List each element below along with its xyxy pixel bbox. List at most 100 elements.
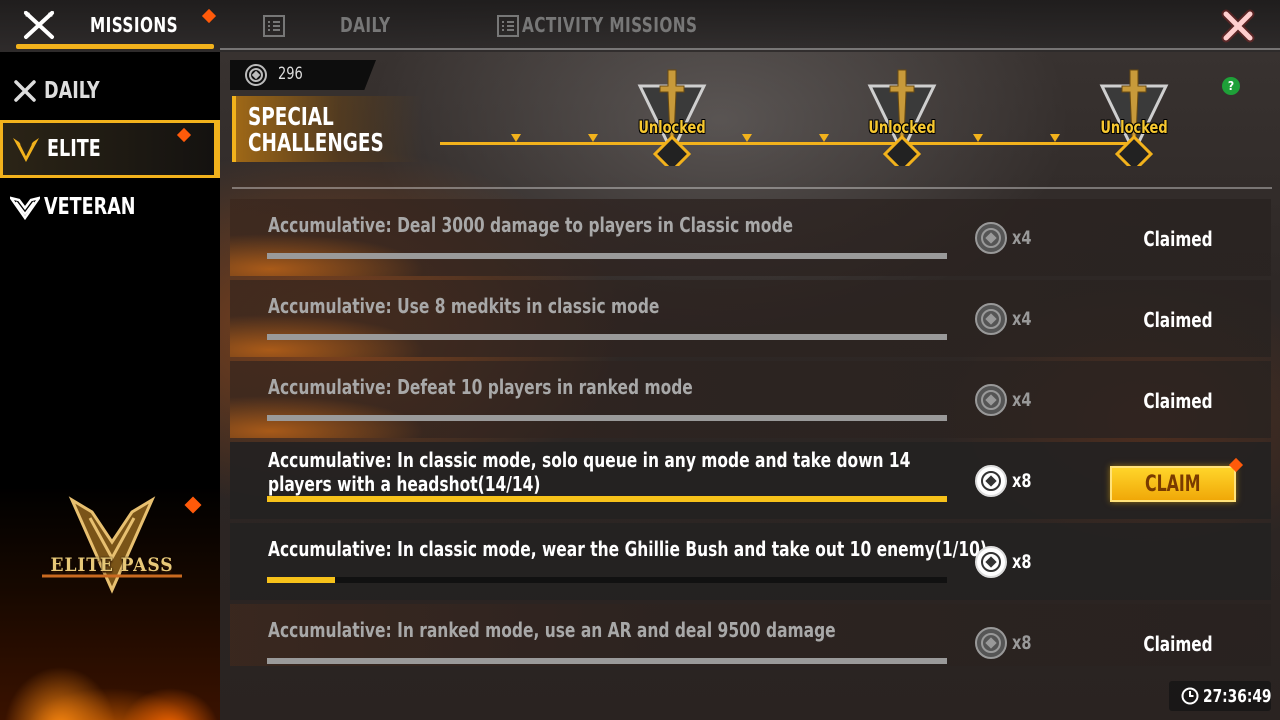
mission-reward: x4 — [974, 221, 1054, 255]
coin-balance: 296 — [230, 60, 376, 90]
progress-fill — [267, 658, 947, 664]
section-divider — [232, 187, 1272, 189]
reward-count: x8 — [1012, 632, 1032, 654]
close-button[interactable] — [1214, 6, 1262, 46]
milestone-reward[interactable]: Unlocked — [1094, 66, 1174, 174]
notification-dot — [176, 127, 192, 143]
mission-row: Accumulative: In classic mode, solo queu… — [230, 442, 1271, 519]
progress-fill — [267, 415, 947, 421]
track-marker — [742, 134, 752, 142]
active-tab-indicator — [16, 44, 214, 49]
claimed-status: Claimed — [1143, 632, 1213, 656]
mission-progress-bar — [267, 253, 947, 259]
milestone-status: Unlocked — [638, 118, 706, 138]
mission-progress-bar — [267, 334, 947, 340]
milestone-status: Unlocked — [1100, 118, 1168, 138]
badge-coin-icon — [975, 546, 1007, 578]
close-icon — [1221, 9, 1255, 43]
elite-pass-badge[interactable]: ELITE PASS — [32, 496, 192, 596]
claimed-status: Claimed — [1143, 227, 1213, 251]
mission-progress-bar — [267, 577, 947, 583]
coin-count: 296 — [278, 64, 303, 84]
missions-screen: MISSIONS DAILY ACTIVITY MISSIONS DAILY E… — [0, 0, 1280, 720]
clock-icon — [1181, 687, 1199, 705]
elite-pass-emblem-icon — [42, 496, 182, 594]
tab-daily[interactable]: DAILY — [340, 0, 391, 50]
tab-daily-label: DAILY — [340, 13, 391, 37]
elite-wings-icon — [13, 138, 39, 162]
mission-progress-bar — [267, 415, 947, 421]
tab-activity-missions[interactable]: ACTIVITY MISSIONS — [522, 0, 697, 50]
crossed-swords-icon — [24, 11, 54, 39]
sidebar: DAILY ELITE VETERAN ELITE PASS — [0, 52, 220, 720]
tab-missions-label: MISSIONS — [90, 13, 179, 37]
mission-row: Accumulative: In ranked mode, use an AR … — [230, 604, 1271, 666]
milestone-track — [440, 142, 1140, 145]
mission-row: Accumulative: Defeat 10 players in ranke… — [230, 361, 1271, 438]
badge-coin-icon — [975, 627, 1007, 659]
mission-reward: x8 — [974, 626, 1054, 660]
mission-row: Accumulative: In classic mode, wear the … — [230, 523, 1271, 600]
row-glow — [230, 199, 530, 276]
badge-coin-icon — [975, 465, 1007, 497]
reward-count: x4 — [1012, 227, 1032, 249]
progress-fill — [267, 577, 335, 583]
help-button[interactable]: ? — [1222, 77, 1240, 95]
mission-description: Accumulative: Deal 3000 damage to player… — [268, 213, 793, 237]
row-glow — [230, 280, 530, 357]
sidebar-item-veteran[interactable]: VETERAN — [0, 178, 220, 236]
badge-coin-icon — [245, 64, 267, 86]
notification-dot — [201, 8, 217, 24]
track-marker — [973, 134, 983, 142]
progress-fill — [267, 253, 947, 259]
claimed-status: Claimed — [1143, 308, 1213, 332]
reward-count: x8 — [1012, 551, 1032, 573]
mission-progress-bar — [267, 496, 947, 502]
dagger-emblem-icon — [867, 69, 937, 174]
tab-missions[interactable]: MISSIONS — [90, 0, 178, 50]
mission-description: Accumulative: In classic mode, solo queu… — [268, 448, 911, 496]
sidebar-item-daily-label: DAILY — [44, 78, 100, 104]
mission-description: Accumulative: In classic mode, wear the … — [268, 537, 987, 561]
row-glow — [230, 361, 530, 438]
checklist-icon — [263, 15, 285, 37]
mission-description: Accumulative: Defeat 10 players in ranke… — [268, 375, 693, 399]
activity-list-icon — [497, 15, 519, 37]
mission-reward: x8 — [974, 545, 1054, 579]
mission-row: Accumulative: Use 8 medkits in classic m… — [230, 280, 1271, 357]
sidebar-item-elite-label: ELITE — [47, 136, 101, 162]
badge-coin-icon — [975, 222, 1007, 254]
mission-reward: x8 — [974, 464, 1054, 498]
milestone-reward[interactable]: Unlocked — [632, 66, 712, 174]
mission-reward: x4 — [974, 302, 1054, 336]
special-title-line2: CHALLENGES — [248, 128, 384, 157]
milestone-status: Unlocked — [868, 118, 936, 138]
veteran-wings-icon — [10, 196, 40, 221]
sidebar-item-daily[interactable]: DAILY — [0, 62, 220, 120]
reward-count: x4 — [1012, 308, 1032, 330]
sidebar-item-veteran-label: VETERAN — [44, 194, 136, 220]
milestone-reward[interactable]: Unlocked — [862, 66, 942, 174]
track-marker — [588, 134, 598, 142]
countdown-timer: 27:36:49 — [1169, 681, 1271, 711]
mission-row: Accumulative: Deal 3000 damage to player… — [230, 199, 1271, 276]
mission-reward: x4 — [974, 383, 1054, 417]
mission-description: Accumulative: In ranked mode, use an AR … — [268, 618, 836, 642]
tab-activity-missions-label: ACTIVITY MISSIONS — [522, 13, 698, 37]
track-marker — [1050, 134, 1060, 142]
claimed-status: Claimed — [1143, 389, 1213, 413]
dagger-emblem-icon — [1099, 69, 1169, 174]
special-title-line1: SPECIAL — [248, 102, 334, 131]
sidebar-item-elite[interactable]: ELITE — [0, 120, 220, 178]
track-marker — [511, 134, 521, 142]
dagger-emblem-icon — [637, 69, 707, 174]
claim-button-label: CLAIM — [1145, 471, 1201, 497]
track-marker — [819, 134, 829, 142]
top-divider — [220, 48, 1280, 50]
reward-count: x4 — [1012, 389, 1032, 411]
claim-button[interactable]: CLAIM — [1110, 466, 1236, 502]
progress-fill — [267, 334, 947, 340]
mission-progress-bar — [267, 658, 947, 664]
mission-description: Accumulative: Use 8 medkits in classic m… — [268, 294, 660, 318]
timer-text: 27:36:49 — [1203, 686, 1272, 707]
